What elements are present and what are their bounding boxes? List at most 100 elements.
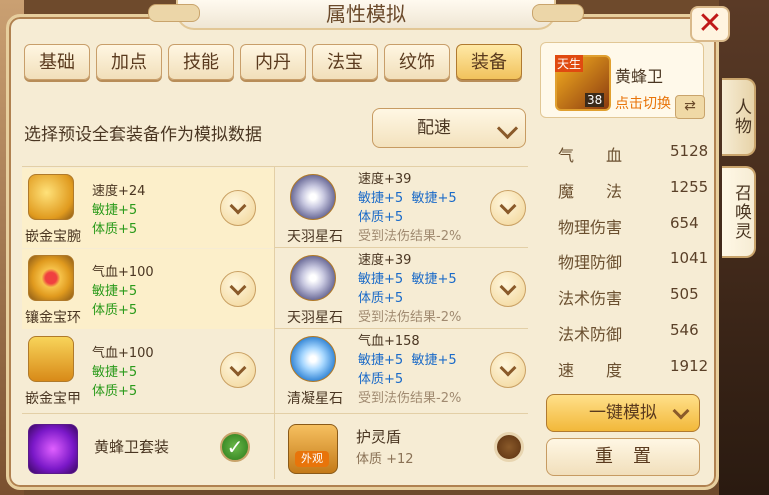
equipment-slot-armor: 嵌金宝甲 气血+100 敏捷+5 体质+5 (22, 330, 274, 410)
attr-mp: 魔 法 1255 (558, 178, 708, 202)
tab-points[interactable]: 加点 (96, 44, 162, 80)
slot-dropdown-button[interactable] (220, 352, 256, 388)
slot-dropdown-button[interactable] (490, 352, 526, 388)
pet-level: 38 (585, 93, 605, 107)
item-stats: 速度+24 敏捷+5 体质+5 (92, 182, 145, 239)
tab-basic[interactable]: 基础 (24, 44, 90, 80)
chevron-down-icon (229, 359, 247, 377)
stat-line: 敏捷+5 (92, 284, 138, 299)
slot-dropdown-button[interactable] (490, 271, 526, 307)
stat-line: 气血+158 (358, 334, 420, 349)
stat-line: 敏捷+5 (411, 353, 457, 368)
tab-bar: 基础 加点 技能 内丹 法宝 纹饰 装备 (24, 44, 522, 80)
attr-mag-def: 法术防御 546 (558, 321, 699, 345)
item-name: 嵌金宝甲 (25, 391, 81, 407)
stat-line: 速度+39 (358, 172, 412, 187)
shield-name: 护灵盾 (356, 428, 402, 446)
ring-icon[interactable] (28, 255, 74, 301)
stat-line: 受到法伤结果-2% (358, 310, 462, 325)
preset-dropdown[interactable]: 配速 (372, 108, 526, 148)
stat-line: 速度+39 (358, 253, 412, 268)
item-name: 天羽星石 (287, 229, 343, 245)
divider (22, 413, 528, 414)
attr-label: 法术防御 (558, 325, 623, 344)
stat-line: 敏捷+5 (411, 191, 457, 206)
stat-line: 受到法伤结果-2% (358, 229, 462, 244)
stat-line: 体质+5 (92, 222, 138, 237)
one-click-simulate-button[interactable]: 一键模拟 (546, 394, 700, 432)
stat-line: 敏捷+5 (358, 272, 404, 287)
chevron-down-icon (499, 197, 517, 215)
reset-button[interactable]: 重置 (546, 438, 700, 476)
attr-value: 1041 (670, 249, 709, 267)
equipment-grid: 嵌金宝腕 速度+24 敏捷+5 体质+5 镶金宝环 气血+100 敏捷+5 体质… (22, 166, 528, 410)
item-name: 清凝星石 (287, 391, 343, 407)
tab-treasure[interactable]: 法宝 (312, 44, 378, 80)
swap-icon[interactable]: ⇄ (675, 95, 705, 119)
item-stats: 气血+100 敏捷+5 体质+5 (92, 344, 154, 401)
equipment-slot-wrist: 嵌金宝腕 速度+24 敏捷+5 体质+5 (22, 168, 274, 248)
attr-label: 气 血 (558, 146, 623, 165)
attr-hp: 气 血 5128 (558, 142, 708, 166)
star-gem-icon[interactable] (290, 174, 336, 220)
tab-ornament[interactable]: 纹饰 (384, 44, 450, 80)
attr-speed: 速 度 1912 (558, 357, 708, 381)
stat-line: 气血+100 (92, 346, 154, 361)
stat-line: 体质+5 (92, 384, 138, 399)
stat-line: 体质+5 (358, 291, 404, 306)
tab-inner-core[interactable]: 内丹 (240, 44, 306, 80)
title-ornament-right (532, 4, 584, 22)
equipment-slot-ring: 镶金宝环 气血+100 敏捷+5 体质+5 (22, 249, 274, 329)
stat-line: 体质+5 (358, 372, 404, 387)
stat-line: 敏捷+5 (358, 353, 404, 368)
attr-label: 速 度 (558, 361, 623, 380)
pet-card[interactable]: 天生 38 黄蜂卫 点击切换 ⇄ (540, 42, 705, 119)
set-armor-icon[interactable] (28, 424, 78, 474)
gem-slot-3: 清凝星石 气血+158 敏捷+5 敏捷+5 体质+5 受到法伤结果-2% (276, 330, 528, 410)
chevron-down-icon (499, 278, 517, 296)
gem-slot-1: 天羽星石 速度+39 敏捷+5 敏捷+5 体质+5 受到法伤结果-2% (276, 168, 528, 248)
shield-radio[interactable] (494, 432, 524, 462)
stat-line: 敏捷+5 (92, 203, 138, 218)
chevron-down-icon (499, 359, 517, 377)
attr-label: 物理伤害 (558, 218, 623, 237)
chevron-down-icon (496, 117, 519, 140)
star-gem-icon[interactable] (290, 255, 336, 301)
item-name: 镶金宝环 (25, 310, 81, 326)
slot-dropdown-button[interactable] (490, 190, 526, 226)
attr-mag-atk: 法术伤害 505 (558, 285, 699, 309)
attr-value: 546 (670, 321, 699, 339)
pet-name: 黄蜂卫 (615, 67, 664, 86)
attr-value: 1255 (670, 178, 709, 196)
shield-skin-icon[interactable]: 外观 (288, 424, 338, 474)
tab-skills[interactable]: 技能 (168, 44, 234, 80)
stat-line: 气血+100 (92, 265, 154, 280)
armor-icon[interactable] (28, 336, 74, 382)
set-checkbox[interactable]: ✓ (220, 432, 250, 462)
stat-line: 体质+5 (92, 303, 138, 318)
close-icon: ✕ (697, 6, 723, 41)
slot-dropdown-button[interactable] (220, 271, 256, 307)
side-tab-character[interactable]: 人物 (722, 78, 756, 156)
tab-equipment[interactable]: 装备 (456, 44, 522, 80)
attr-value: 654 (670, 214, 699, 232)
shield-bonus: 体质 +12 (356, 452, 414, 467)
pet-switch-link[interactable]: 点击切换 (615, 93, 671, 113)
gem-slot-2: 天羽星石 速度+39 敏捷+5 敏捷+5 体质+5 受到法伤结果-2% (276, 249, 528, 329)
star-gem-icon[interactable] (290, 336, 336, 382)
item-stats: 气血+100 敏捷+5 体质+5 (92, 263, 154, 320)
skin-badge: 外观 (295, 451, 329, 467)
side-tab-summon[interactable]: 召唤灵 (722, 166, 756, 258)
slot-dropdown-button[interactable] (220, 190, 256, 226)
chevron-down-icon (672, 402, 690, 420)
preset-label: 选择预设全套装备作为模拟数据 (24, 125, 262, 145)
attr-value: 1912 (670, 357, 709, 375)
item-name: 天羽星石 (287, 310, 343, 326)
item-stats: 速度+39 敏捷+5 敏捷+5 体质+5 受到法伤结果-2% (358, 251, 461, 327)
check-icon: ✓ (226, 435, 244, 459)
bracer-icon[interactable] (28, 174, 74, 220)
stat-line: 敏捷+5 (92, 365, 138, 380)
item-stats: 气血+158 敏捷+5 敏捷+5 体质+5 受到法伤结果-2% (358, 332, 461, 408)
close-button[interactable]: ✕ (690, 6, 730, 42)
item-name: 嵌金宝腕 (25, 229, 81, 245)
